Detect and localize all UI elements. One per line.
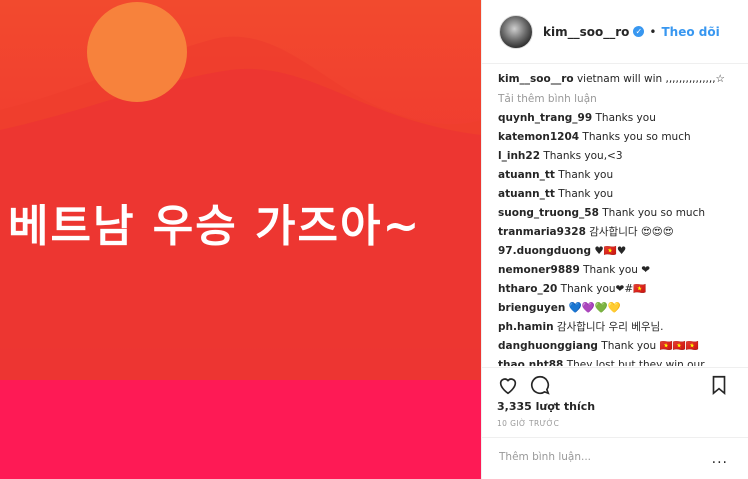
comment-username[interactable]: suong_truong_58 (498, 207, 599, 219)
comment-text: Thanks you,<3 (543, 150, 623, 162)
comment-text: Thanks you (595, 112, 656, 124)
comment-username[interactable]: htharo_20 (498, 283, 557, 295)
comment-row: tranmaria9328 감사합니다 😍😍😍 (498, 223, 743, 242)
add-comment-bar: ... (481, 437, 748, 479)
comment-text: They lost but they win our (566, 359, 705, 366)
caption: kim__soo__ro vietnam will win ,,,,,,,,,,… (498, 70, 743, 89)
add-comment-input[interactable] (497, 450, 701, 464)
action-bar (481, 367, 748, 400)
comment-row: 97.duongduong ♥🇻🇳♥ (498, 242, 743, 261)
comment-username[interactable]: quynh_trang_99 (498, 112, 592, 124)
avatar[interactable] (499, 14, 533, 49)
comment-row: l_inh22 Thanks you,<3 (498, 147, 743, 166)
comment-username[interactable]: brienguyen (498, 302, 565, 314)
comment-text: 💙💜💚💛 (568, 302, 621, 314)
comment-row: danghuonggiang Thank you 🇻🇳🇻🇳🇻🇳 (498, 337, 743, 356)
bookmark-icon[interactable] (709, 374, 729, 396)
ground-band (0, 380, 481, 479)
comment-username[interactable]: atuann_tt (498, 188, 555, 200)
comment-username[interactable]: l_inh22 (498, 150, 540, 162)
sun-shape (87, 2, 187, 102)
comment-row: htharo_20 Thank you❤#🇻🇳 (498, 280, 743, 299)
follow-button[interactable]: Theo dõi (661, 25, 719, 39)
separator-dot: • (649, 24, 657, 39)
comment-text: 감사합니다 우리 베우님. (556, 321, 664, 333)
comment-row: atuann_tt Thank you (498, 166, 743, 185)
comment-username[interactable]: atuann_tt (498, 169, 555, 181)
comment-row: brienguyen 💙💜💚💛 (498, 299, 743, 318)
comment-username[interactable]: danghuonggiang (498, 340, 598, 352)
comment-row: suong_truong_58 Thank you so much (498, 204, 743, 223)
post-header: kim__soo__ro ✓ • Theo dõi (482, 0, 748, 64)
comment-row: quynh_trang_99 Thanks you (498, 109, 743, 128)
comment-text: Thanks you so much (582, 131, 691, 143)
comment-text: Thank you ❤ (583, 264, 651, 276)
comment-row: atuann_tt Thank you (498, 185, 743, 204)
caption-username[interactable]: kim__soo__ro (498, 73, 574, 85)
comment-username[interactable]: ph.hamin (498, 321, 554, 333)
caption-text: vietnam will win ,,,,,,,,,,,,,,,☆ (576, 73, 725, 85)
comment-username[interactable]: thao.nht88 (498, 359, 563, 366)
verified-badge-icon: ✓ (633, 26, 645, 37)
post-overlay-text: 베트남 우승 가즈아~ (8, 201, 422, 252)
comment-text: Thank you (558, 188, 614, 200)
heart-icon[interactable] (497, 374, 519, 396)
like-count[interactable]: 3,335 lượt thích (497, 400, 595, 413)
post-timestamp: 10 GIỜ TRƯỚC (497, 419, 560, 428)
comment-row: katemon1204 Thanks you so much (498, 128, 743, 147)
comment-text: Thank you❤#🇻🇳 (560, 283, 647, 295)
comment-text: 감사합니다 😍😍😍 (589, 226, 674, 238)
comment-username[interactable]: tranmaria9328 (498, 226, 586, 238)
comment-username[interactable]: katemon1204 (498, 131, 579, 143)
comment-list[interactable]: kim__soo__ro vietnam will win ,,,,,,,,,,… (498, 70, 743, 366)
comment-username[interactable]: 97.duongduong (498, 245, 591, 257)
comment-row: ph.hamin 감사합니다 우리 베우님. (498, 318, 743, 337)
comment-row: thao.nht88 They lost but they win our (498, 356, 743, 366)
load-more-comments-link[interactable]: Tải thêm bình luận (498, 89, 743, 109)
comment-text: Thank you 🇻🇳🇻🇳🇻🇳 (601, 340, 699, 352)
header-username[interactable]: kim__soo__ro (543, 25, 629, 39)
more-options-icon[interactable]: ... (712, 451, 728, 467)
comment-text: Thank you so much (602, 207, 706, 219)
comment-username[interactable]: nemoner9889 (498, 264, 580, 276)
comment-icon[interactable] (529, 374, 551, 396)
post-image[interactable]: 베트남 우승 가즈아~ (0, 0, 481, 479)
comment-row: nemoner9889 Thank you ❤ (498, 261, 743, 280)
comment-text: ♥🇻🇳♥ (594, 245, 627, 257)
comment-text: Thank you (558, 169, 614, 181)
